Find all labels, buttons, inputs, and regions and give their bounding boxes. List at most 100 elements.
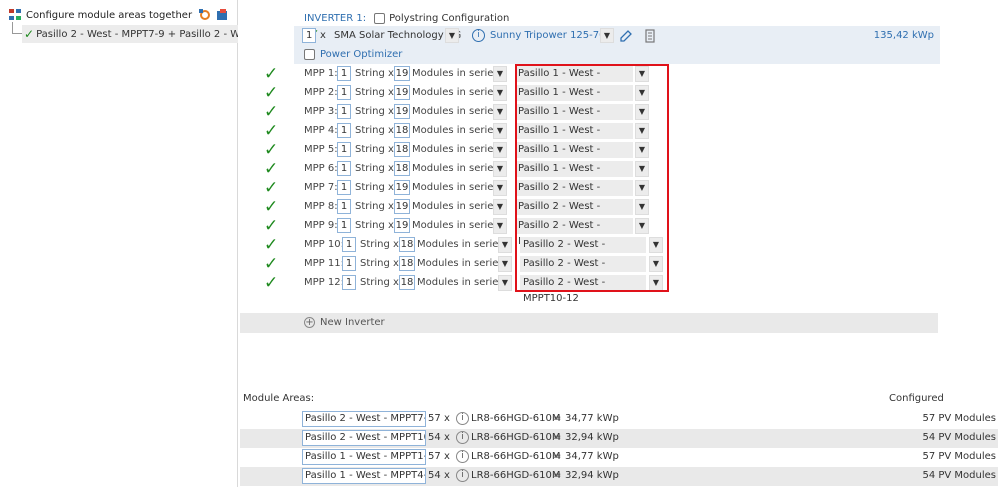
model-select[interactable]: Sunny Tripower 125-70 bbox=[490, 30, 606, 41]
mpp-strings-input[interactable]: 1 bbox=[337, 142, 351, 157]
mpp-modules-input[interactable]: 18 bbox=[394, 161, 410, 176]
mpp-label: MPP 3: bbox=[304, 106, 338, 117]
mpp-modules-input[interactable]: 19 bbox=[394, 85, 410, 100]
module-area-count: 54 bbox=[428, 432, 441, 443]
mpp-string-x: String x bbox=[355, 182, 394, 193]
mpp-modules-input[interactable]: 19 bbox=[394, 199, 410, 214]
module-area-count: 57 bbox=[428, 451, 441, 462]
mpp-string-x: String x bbox=[355, 163, 394, 174]
mpp-series-label: Modules in series bbox=[412, 87, 499, 98]
mpp-modules-input[interactable]: 18 bbox=[394, 142, 410, 157]
tree-panel: Configure module areas together ✓ Pasill… bbox=[0, 0, 238, 487]
mpp-series-dropdown-icon[interactable]: ▼ bbox=[493, 85, 507, 101]
mpp-check-icon: ✓ bbox=[264, 178, 279, 198]
mpp-strings-input[interactable]: 1 bbox=[337, 85, 351, 100]
mpp-series-dropdown-icon[interactable]: ▼ bbox=[493, 199, 507, 215]
mpp-string-x: String x bbox=[355, 125, 394, 136]
power-optimizer-row: Power Optimizer bbox=[294, 46, 940, 64]
mpp-series-dropdown-icon[interactable]: ▼ bbox=[498, 275, 512, 291]
mpp-check-icon: ✓ bbox=[264, 102, 279, 122]
mpp-check-icon: ✓ bbox=[264, 64, 279, 84]
inverter-power: 135,42 kWp bbox=[873, 30, 934, 41]
mpp-modules-input[interactable]: 19 bbox=[394, 218, 410, 233]
mpp-strings-input[interactable]: 1 bbox=[337, 199, 351, 214]
module-area-configured: 54 PV Modules bbox=[922, 432, 996, 443]
mpp-series-dropdown-icon[interactable]: ▼ bbox=[493, 142, 507, 158]
mpp-series-dropdown-icon[interactable]: ▼ bbox=[498, 237, 512, 253]
mpp-strings-input[interactable]: 1 bbox=[337, 161, 351, 176]
module-area-name-input[interactable]: Pasillo 2 - West - MPPT7-9 bbox=[302, 411, 426, 427]
module-area-configured: 57 PV Modules bbox=[922, 413, 996, 424]
mpp-strings-input[interactable]: 1 bbox=[337, 218, 351, 233]
inverter-count-input[interactable]: 1 bbox=[302, 28, 317, 43]
mpp-modules-input[interactable]: 19 bbox=[394, 104, 410, 119]
module-areas-header: Module Areas: Configured bbox=[240, 390, 1000, 408]
mpp-string-x: String x bbox=[360, 239, 399, 250]
mpp-strings-input[interactable]: 1 bbox=[337, 66, 351, 81]
mpp-series-dropdown-icon[interactable]: ▼ bbox=[493, 104, 507, 120]
module-area-name-input[interactable]: Pasillo 2 - West - MPPT10-12 bbox=[302, 430, 426, 446]
module-area-eq: = bbox=[553, 451, 562, 462]
mpp-modules-input[interactable]: 18 bbox=[399, 275, 415, 290]
tree-root[interactable]: Configure module areas together bbox=[8, 6, 229, 24]
datasheet-icon[interactable] bbox=[643, 29, 657, 43]
module-area-count: 57 bbox=[428, 413, 441, 424]
module-area-name-input[interactable]: Pasillo 1 - West - MPPT1-3 bbox=[302, 449, 426, 465]
mpp-check-icon: ✓ bbox=[264, 83, 279, 103]
settings-icon[interactable] bbox=[198, 8, 212, 22]
mpp-series-dropdown-icon[interactable]: ▼ bbox=[493, 218, 507, 234]
mpp-modules-input[interactable]: 19 bbox=[394, 180, 410, 195]
mpp-series-label: Modules in series bbox=[412, 144, 499, 155]
mpp-series-dropdown-icon[interactable]: ▼ bbox=[493, 123, 507, 139]
module-info-icon[interactable]: i bbox=[456, 412, 469, 425]
mpp-label: MPP 10: bbox=[304, 239, 344, 250]
model-dropdown-icon[interactable]: ▼ bbox=[600, 28, 614, 43]
mpp-series-label: Modules in series bbox=[417, 277, 504, 288]
mpp-string-x: String x bbox=[355, 201, 394, 212]
power-optimizer-checkbox[interactable] bbox=[304, 49, 315, 60]
module-info-icon[interactable]: i bbox=[456, 469, 469, 482]
module-area-power: 34,77 kWp bbox=[565, 413, 619, 424]
info-icon[interactable]: i bbox=[472, 29, 485, 42]
module-area-row: Pasillo 1 - West - MPPT4-6 54 x i LR8-66HGD-… bbox=[240, 467, 998, 486]
polystring-checkbox[interactable] bbox=[374, 13, 386, 24]
module-info-icon[interactable]: i bbox=[456, 431, 469, 444]
mpp-string-x: String x bbox=[355, 106, 394, 117]
new-inverter-button[interactable]: + New Inverter bbox=[240, 313, 938, 333]
mpp-series-dropdown-icon[interactable]: ▼ bbox=[493, 180, 507, 196]
mpp-modules-input[interactable]: 19 bbox=[394, 66, 410, 81]
module-area-name-input[interactable]: Pasillo 1 - West - MPPT4-6 bbox=[302, 468, 426, 484]
check-icon: ✓ bbox=[24, 27, 35, 41]
mpp-series-dropdown-icon[interactable]: ▼ bbox=[493, 66, 507, 82]
module-areas-heading: Module Areas: bbox=[243, 393, 315, 404]
module-area-power: 32,94 kWp bbox=[565, 470, 619, 481]
mpp-series-dropdown-icon[interactable]: ▼ bbox=[498, 256, 512, 272]
mpp-string-x: String x bbox=[355, 144, 394, 155]
mpp-strings-input[interactable]: 1 bbox=[337, 104, 351, 119]
module-type: LR8-66HGD-610M bbox=[471, 413, 561, 424]
mpp-strings-input[interactable]: 1 bbox=[342, 237, 356, 252]
mpp-check-icon: ✓ bbox=[264, 140, 279, 160]
tree-item-selected[interactable]: ✓ Pasillo 2 - West - MPPT7-9 + Pasillo 2… bbox=[22, 25, 238, 43]
module-area-power: 34,77 kWp bbox=[565, 451, 619, 462]
inverter-row: ✓ 1 x SMA Solar Technology AG ▼ i Sunny … bbox=[294, 26, 940, 46]
mpp-strings-input[interactable]: 1 bbox=[342, 256, 356, 271]
mpp-series-dropdown-icon[interactable]: ▼ bbox=[493, 161, 507, 177]
module-area-eq: = bbox=[553, 470, 562, 481]
export-icon[interactable] bbox=[215, 8, 229, 22]
mpp-strings-input[interactable]: 1 bbox=[337, 123, 351, 138]
mpp-label: MPP 6: bbox=[304, 163, 338, 174]
edit-icon[interactable] bbox=[619, 29, 633, 43]
mpp-label: MPP 2: bbox=[304, 87, 338, 98]
mpp-series-label: Modules in series bbox=[412, 106, 499, 117]
mpp-strings-input[interactable]: 1 bbox=[342, 275, 356, 290]
mpp-modules-input[interactable]: 18 bbox=[399, 237, 415, 252]
mpp-modules-input[interactable]: 18 bbox=[394, 123, 410, 138]
mpp-check-icon: ✓ bbox=[264, 254, 279, 274]
mpp-strings-input[interactable]: 1 bbox=[337, 180, 351, 195]
module-info-icon[interactable]: i bbox=[456, 450, 469, 463]
mpp-modules-input[interactable]: 18 bbox=[399, 256, 415, 271]
manufacturer-dropdown-icon[interactable]: ▼ bbox=[445, 28, 459, 43]
manufacturer-select[interactable]: SMA Solar Technology AG bbox=[334, 30, 461, 41]
plus-icon: + bbox=[304, 317, 315, 328]
